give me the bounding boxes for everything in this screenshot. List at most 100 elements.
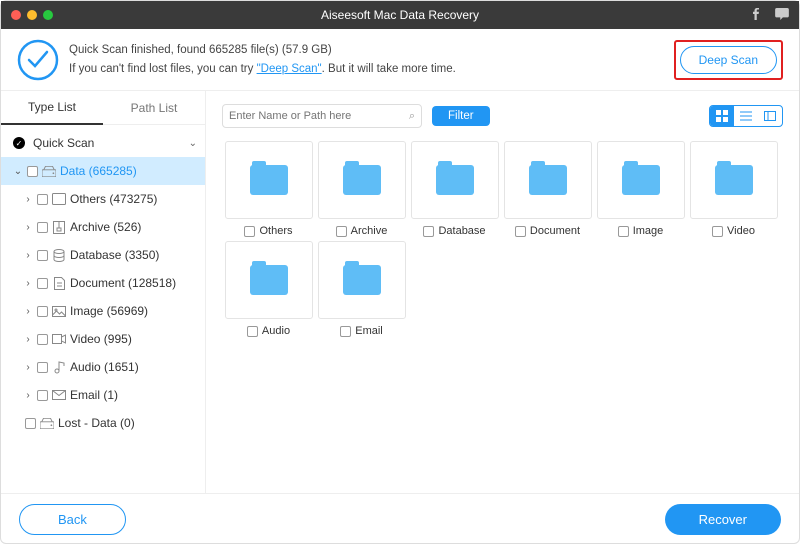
tree-lost-data[interactable]: Lost - Data (0) [1,409,205,437]
search-icon: ⌕ [409,110,415,123]
tree-item-document[interactable]: › Document (128518) [1,269,205,297]
checkbox[interactable] [25,418,36,429]
tab-path-list[interactable]: Path List [103,91,205,125]
tree-lost-label: Lost - Data (0) [58,416,197,430]
email-icon [52,388,66,402]
folder-thumb [318,241,406,319]
document-icon [52,276,66,290]
tree-item-label: Video (995) [70,332,197,346]
disk-icon [40,416,54,430]
chevron-right-icon[interactable]: › [23,222,33,233]
tree-data-root[interactable]: ⌄ Data (665285) [1,157,205,185]
database-icon [52,248,66,262]
close-button[interactable] [11,10,21,20]
checkbox[interactable] [336,226,347,237]
folder-thumb [225,141,313,219]
folder-thumb [225,241,313,319]
folder-card-document[interactable]: Document [501,141,594,237]
tree-item-database[interactable]: ›Database (3350) [1,241,205,269]
folder-label: Image [633,225,664,237]
view-grid-icon[interactable] [710,106,734,126]
view-list-icon[interactable] [734,106,758,126]
scan-status-bar: Quick Scan finished, found 665285 file(s… [1,29,799,91]
tree-item-label: Email (1) [70,388,197,402]
folder-label: Audio [262,325,290,337]
chevron-right-icon[interactable]: › [23,390,33,401]
checkmark-icon [17,39,59,81]
checkbox[interactable] [618,226,629,237]
chevron-right-icon[interactable]: › [23,362,33,373]
tree-item-label: Document (128518) [70,276,197,290]
view-switch [709,105,783,127]
chevron-right-icon[interactable]: › [23,250,33,261]
deep-scan-button[interactable]: Deep Scan [680,46,777,74]
folder-card-image[interactable]: Image [594,141,687,237]
checkbox[interactable] [37,250,48,261]
tree-item-audio[interactable]: ›Audio (1651) [1,353,205,381]
checkbox[interactable] [37,194,48,205]
chevron-right-icon[interactable]: › [23,278,33,289]
tab-type-list[interactable]: Type List [1,91,103,125]
chevron-down-icon[interactable]: ⌄ [13,166,23,177]
folder-icon [715,165,753,195]
facebook-icon[interactable] [751,8,761,23]
checkbox[interactable] [37,222,48,233]
recover-button[interactable]: Recover [665,504,781,535]
tree-item-image[interactable]: › Image (56969) [1,297,205,325]
deep-scan-link[interactable]: "Deep Scan" [257,63,322,75]
chevron-right-icon[interactable]: › [23,334,33,345]
checkbox[interactable] [37,362,48,373]
search-input[interactable] [229,110,409,122]
scan-info-text: Quick Scan finished, found 665285 file(s… [69,41,456,78]
checkbox[interactable] [37,278,48,289]
folder-label: Database [438,225,485,237]
tree-item-label: Archive (526) [70,220,197,234]
minimize-button[interactable] [27,10,37,20]
folder-card-video[interactable]: Video [687,141,780,237]
sidebar: Type List Path List ✓ Quick Scan ⌄ ⌄ Dat… [1,91,206,493]
chevron-down-icon[interactable]: ⌄ [189,138,197,149]
checkbox[interactable] [37,334,48,345]
tree-item-video[interactable]: › Video (995) [1,325,205,353]
search-input-wrap[interactable]: ⌕ [222,104,422,128]
filter-button[interactable]: Filter [432,106,490,126]
tree-item-archive[interactable]: › Archive (526) [1,213,205,241]
disk-icon [42,164,56,178]
checkbox[interactable] [244,226,255,237]
folder-thumb [411,141,499,219]
folder-card-email[interactable]: Email [315,241,408,337]
checkbox[interactable] [712,226,723,237]
tree-item-email[interactable]: › Email (1) [1,381,205,409]
archive-icon [52,220,66,234]
folder-thumb [504,141,592,219]
checkbox[interactable] [247,326,258,337]
feedback-icon[interactable] [775,8,789,23]
checkbox[interactable] [423,226,434,237]
folder-card-others[interactable]: Others [222,141,315,237]
folder-icon [529,165,567,195]
folder-icon [250,265,288,295]
checkbox[interactable] [340,326,351,337]
checkbox[interactable] [37,390,48,401]
tree-quick-scan[interactable]: ✓ Quick Scan ⌄ [1,129,205,157]
folder-label: Video [727,225,755,237]
view-column-icon[interactable] [758,106,782,126]
tree: ✓ Quick Scan ⌄ ⌄ Data (665285) ›Others (… [1,125,205,441]
tree-item-others[interactable]: ›Others (473275) [1,185,205,213]
checkbox[interactable] [515,226,526,237]
folder-card-database[interactable]: Database [408,141,501,237]
back-button[interactable]: Back [19,504,126,535]
tree-quick-scan-label: Quick Scan [33,136,185,150]
checkbox[interactable] [37,306,48,317]
content-toolbar: ⌕ Filter [222,101,783,131]
chevron-right-icon[interactable]: › [23,194,33,205]
chevron-right-icon[interactable]: › [23,306,33,317]
content-pane: ⌕ Filter OthersArchive Database Document Im… [206,91,799,493]
folder-thumb [597,141,685,219]
folder-card-archive[interactable]: Archive [315,141,408,237]
folder-card-audio[interactable]: Audio [222,241,315,337]
tree-item-label: Image (56969) [70,304,197,318]
check-circle-icon: ✓ [13,137,25,149]
maximize-button[interactable] [43,10,53,20]
checkbox[interactable] [27,166,38,177]
